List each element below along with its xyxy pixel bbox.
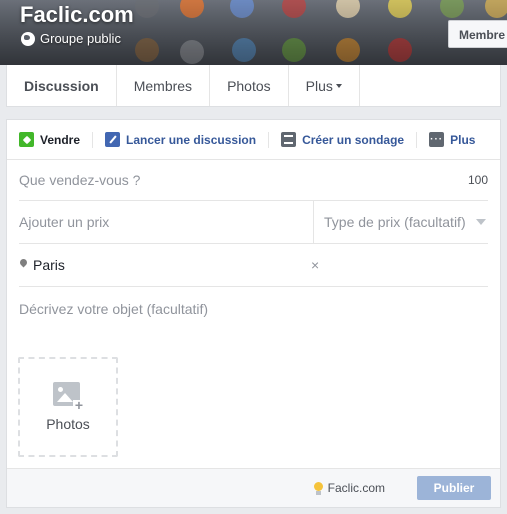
map-pin-icon [19, 259, 28, 271]
item-title-placeholder: Que vendez-vous ? [19, 172, 141, 188]
location-value: Paris [33, 257, 65, 273]
tab-label: Membres [133, 77, 193, 94]
sell-composer: Vendre Lancer une discussion Créer un so… [6, 119, 501, 508]
action-sell[interactable]: Vendre [19, 131, 94, 148]
member-button[interactable]: Membre [448, 20, 507, 48]
group-privacy-label: Groupe public [40, 31, 121, 46]
price-field[interactable]: Ajouter un prix [19, 201, 314, 243]
action-label: Plus [450, 132, 476, 147]
tab-photos[interactable]: Photos [210, 65, 289, 106]
tab-members[interactable]: Membres [117, 65, 211, 106]
price-type-placeholder: Type de prix (facultatif) [324, 214, 466, 230]
group-title[interactable]: Faclic.com [20, 2, 134, 28]
tab-label: Discussion [24, 77, 99, 94]
action-more[interactable]: ··· Plus [429, 132, 487, 148]
pencil-icon [105, 132, 121, 147]
group-tabs: Discussion Membres Photos Plus [6, 65, 501, 107]
item-title-field[interactable]: Que vendez-vous ? 100 [19, 160, 488, 201]
lightbulb-icon [313, 481, 323, 495]
action-label: Créer un sondage [302, 132, 405, 147]
price-type-select[interactable]: Type de prix (facultatif) [314, 201, 488, 243]
poll-icon [281, 132, 297, 147]
chevron-down-icon [476, 219, 486, 225]
group-cover: Faclic.com Groupe public Membre [0, 0, 507, 65]
tab-more[interactable]: Plus [289, 65, 360, 106]
description-field[interactable]: Décrivez votre objet (facultatif) [19, 287, 488, 331]
char-counter: 100 [467, 173, 488, 187]
photos-label: Photos [46, 416, 90, 432]
action-label: Lancer une discussion [126, 132, 257, 147]
price-placeholder: Ajouter un prix [19, 214, 110, 230]
price-row: Ajouter un prix Type de prix (facultatif… [19, 201, 488, 244]
action-start-discussion[interactable]: Lancer une discussion [105, 131, 270, 148]
location-field[interactable]: Paris × [19, 244, 488, 287]
action-label: Vendre [40, 132, 81, 147]
action-create-poll[interactable]: Créer un sondage [281, 131, 418, 148]
sell-tag-icon [19, 132, 34, 147]
globe-icon [21, 31, 35, 46]
add-photo-icon: + [53, 382, 85, 412]
tab-label: Plus [305, 77, 333, 94]
more-dots-icon: ··· [429, 132, 445, 147]
composer-footer: Faclic.com Publier [7, 468, 500, 507]
footer-site-label: Faclic.com [327, 481, 385, 495]
publish-button[interactable]: Publier [417, 476, 491, 500]
tab-discussion[interactable]: Discussion [7, 65, 117, 106]
chevron-down-icon [335, 83, 342, 88]
group-privacy: Groupe public [21, 31, 121, 46]
add-photos-button[interactable]: + Photos [18, 357, 118, 457]
tab-label: Photos [227, 77, 271, 94]
composer-actions: Vendre Lancer une discussion Créer un so… [7, 120, 500, 160]
clear-location-button[interactable]: × [311, 257, 319, 273]
description-placeholder: Décrivez votre objet (facultatif) [19, 301, 209, 317]
